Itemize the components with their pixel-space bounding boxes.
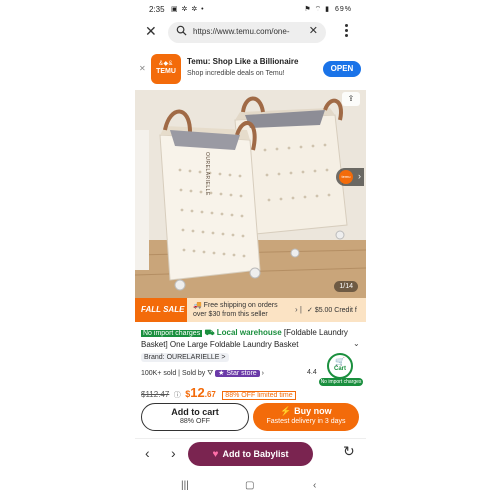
local-warehouse-badge: ⛟ Local warehouse [204,328,282,337]
shipping-line-1: Free shipping on orders [203,302,278,309]
notification-icons: ▣ ✲ ✲ • [171,6,205,13]
cart-icon-circle[interactable]: 🛒 Cart [327,353,353,379]
basket-brand-print: OURELARIELLE [204,152,210,196]
cart-note: No import charges [319,378,363,386]
promo-float-badge[interactable]: temu › [336,168,364,186]
app-install-banner: ✕ &◆& TEMU Temu: Shop Like a Billionaire… [135,52,366,86]
add-to-cart-sub: 88% OFF [180,418,210,425]
more-options-icon[interactable] [345,24,349,39]
local-warehouse-text: Local warehouse [216,328,282,337]
temu-logo: &◆& TEMU [151,54,181,84]
truck-icon: 🚚 [193,302,202,309]
browser-toolbar: ✕ https://www.temu.com/one- ✕ [135,20,366,46]
temu-badge-icon: temu [339,170,353,184]
chevron-right-icon: › [261,370,264,377]
cart-label: Cart [333,366,346,372]
buy-now-button[interactable]: ⚡ Buy now Fastest delivery in 3 days [253,403,359,431]
sale-strip[interactable]: FALL SALE 🚚 Free shipping on orders over… [135,298,366,322]
credit-text: $5.00 Credit f [314,307,357,314]
logo-mark: &◆& [158,61,174,67]
add-to-cart-label: Add to cart [171,407,219,417]
price-cents: .67 [204,390,216,399]
url-text[interactable]: https://www.temu.com/one- [193,27,303,36]
chevron-right-icon: › [358,171,361,181]
close-tab-icon[interactable]: ✕ [145,23,157,40]
phone-screen: 2:35 ▣ ✲ ✲ • ⚑ ⌔ ▮ 69% ✕ https://www.tem… [135,0,366,500]
chevron-down-icon[interactable]: ⌄ [353,339,360,348]
star-store-text: Star store [226,370,257,377]
search-icon [176,25,187,36]
store-logo-icon: ⛛ [207,370,214,377]
logo-text: TEMU [156,68,176,75]
product-info: No import charges ⛟ Local warehouse [Fol… [141,327,363,400]
cart-icon: 🛒 [335,357,345,366]
discount-badge: 88% OFF limited time [222,391,296,400]
buy-now-sub: Fastest delivery in 3 days [266,418,346,425]
sold-count: 100K+ sold [141,370,177,377]
nav-back-icon[interactable]: ‹ [313,480,316,491]
banner-subtitle: Shop incredible deals on Temu! [187,70,285,77]
star-store-badge[interactable]: ★ Star store [215,370,260,377]
share-icon[interactable]: ⇪ [342,92,360,106]
free-shipping-info: 🚚 Free shipping on orders over $30 from … [193,301,278,319]
open-app-button[interactable]: OPEN [323,61,361,77]
sold-by-label: Sold by [181,370,206,377]
brand-link[interactable]: Brand: OURELARIELLE > [141,353,229,362]
shipping-line-2: over $30 from this seller [193,311,268,318]
forward-arrow-icon[interactable]: › [171,445,176,461]
heart-icon: ♥ [212,449,219,460]
image-counter: 1/14 [334,281,358,292]
signal-icons: ⚑ ⌔ ▮ [304,6,331,13]
add-to-cart-button[interactable]: Add to cart 88% OFF [141,403,249,431]
buy-now-label: ⚡ Buy now [280,406,332,416]
back-arrow-icon[interactable]: ‹ [145,445,150,461]
system-icons: ⚑ ⌔ ▮ 69% [304,5,352,14]
laundry-basket-photo [135,90,366,298]
no-import-badge: No import charges [141,330,203,337]
product-image[interactable]: OURELARIELLE ⇪ temu › 1/14 [135,90,366,298]
status-bar: 2:35 ▣ ✲ ✲ • ⚑ ⌔ ▮ 69% [135,0,366,20]
dismiss-banner-icon[interactable]: ✕ [139,64,146,73]
buy-now-text: Buy now [294,406,332,416]
product-title[interactable]: No import charges ⛟ Local warehouse [Fol… [141,327,351,350]
info-icon[interactable]: ⓘ [174,392,181,399]
chevron-right-icon: › | [295,305,302,314]
home-icon[interactable]: ▢ [245,480,254,491]
price-whole: 12 [190,385,205,400]
address-bar[interactable]: https://www.temu.com/one- ✕ [168,22,326,43]
cart-bubble[interactable]: 🛒 Cart No import charges [319,353,363,395]
banner-title: Temu: Shop Like a Billionaire [187,57,299,66]
rating-value: 4.4 [307,369,317,376]
original-price: $112.47 [141,390,170,399]
clear-url-icon[interactable]: ✕ [309,24,318,37]
status-time: 2:35 [149,5,165,14]
battery-level: 69% [334,6,352,13]
price-row: $112.47 ⓘ $12.67 88% OFF limited time [141,384,296,402]
fall-sale-tag: FALL SALE [135,298,187,322]
add-to-babylist-button[interactable]: ♥ Add to Babylist [188,442,313,466]
system-nav-bar: ||| ▢ ‹ [135,476,366,500]
babylist-label: Add to Babylist [222,449,289,459]
credit-offer: ✓ $5.00 Credit f [307,307,357,314]
browser-bottom-bar: ‹ › ♥ Add to Babylist ↻ [135,438,366,470]
recents-icon[interactable]: ||| [181,480,189,491]
sales-meta: 100K+ sold | Sold by ⛛ ★ Star store › [141,370,264,377]
reload-icon[interactable]: ↻ [343,443,355,460]
